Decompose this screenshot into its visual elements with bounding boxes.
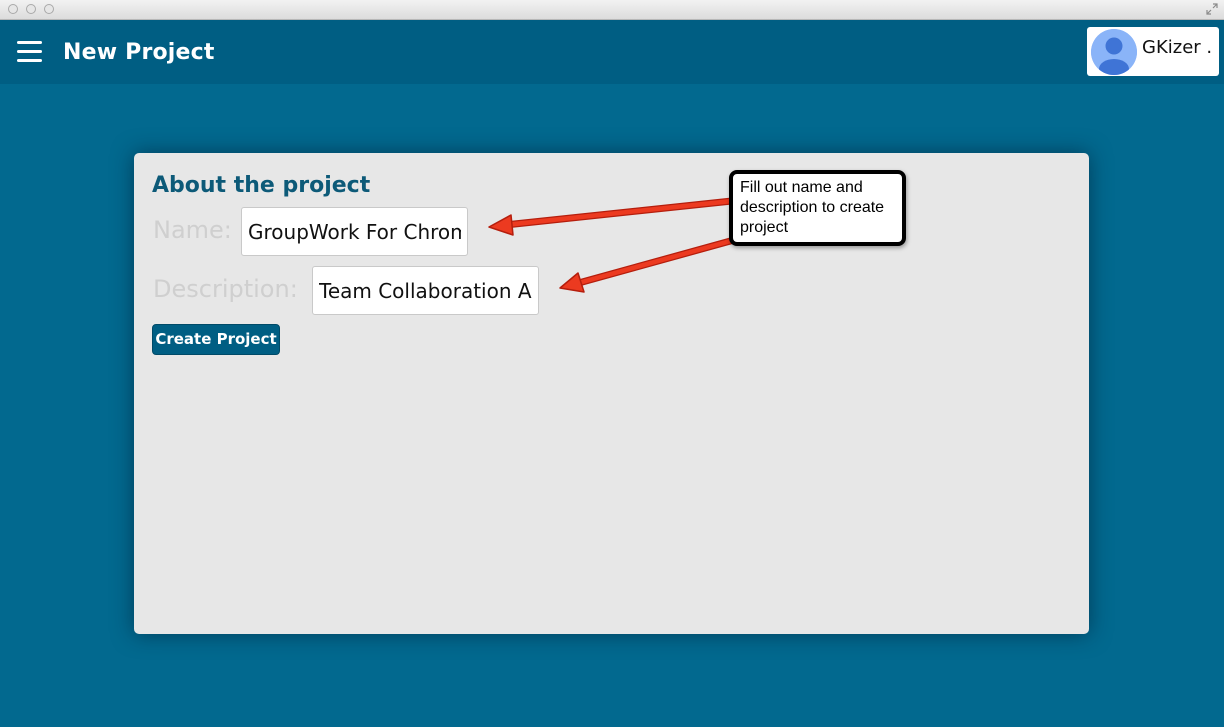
page-title: New Project (63, 40, 215, 65)
name-label: Name: (153, 216, 232, 244)
instruction-callout: Fill out name and description to create … (729, 170, 906, 246)
user-avatar-icon (1091, 29, 1137, 75)
close-window-button[interactable] (8, 4, 18, 14)
user-name: GKizer . (1142, 37, 1213, 58)
app-header: New Project GKizer . (0, 20, 1224, 84)
project-form-card: About the project Name: Description: Cre… (134, 153, 1089, 634)
description-label: Description: (153, 275, 298, 303)
section-heading: About the project (152, 173, 371, 198)
project-name-input[interactable] (241, 207, 468, 256)
hamburger-menu-icon[interactable] (17, 41, 42, 63)
zoom-window-button[interactable] (44, 4, 54, 14)
project-description-input[interactable] (312, 266, 539, 315)
minimize-window-button[interactable] (26, 4, 36, 14)
user-account-chip[interactable]: GKizer . (1087, 27, 1219, 76)
create-project-button[interactable]: Create Project (152, 324, 280, 355)
window-titlebar (0, 0, 1224, 20)
fullscreen-arrows-icon[interactable] (1206, 3, 1218, 15)
